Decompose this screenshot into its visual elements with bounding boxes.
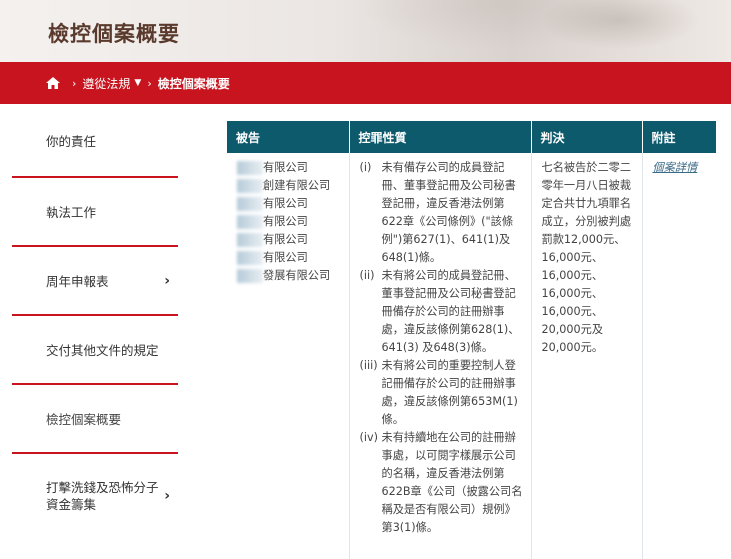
list-item: 創建有限公司 — [237, 177, 349, 195]
sidebar-item-label: 你的責任 — [46, 133, 97, 149]
page-header: 檢控個案概要 — [0, 0, 731, 62]
sidebar-item-enforcement[interactable]: 執法工作 — [12, 178, 178, 247]
sidebar-item-prosecution-cases[interactable]: 檢控個案概要 — [12, 385, 178, 454]
redaction-mark — [237, 179, 263, 193]
home-icon[interactable] — [46, 77, 60, 89]
list-item: 有限公司 — [237, 249, 349, 267]
sidebar-item-anti-money-laundering[interactable]: 打擊洗錢及恐怖分子資金籌集 › — [12, 454, 178, 538]
column-header-judgement: 判決 — [531, 121, 643, 153]
list-item: (ii) 未有將公司的成員登記冊、董事登記冊及公司秘書登記冊備存於公司的註冊辦事… — [359, 269, 520, 354]
sidebar-item-label: 打擊洗錢及恐怖分子資金籌集 — [46, 480, 159, 512]
sidebar-item-annual-returns[interactable]: 周年申報表 › — [12, 247, 178, 316]
redaction-mark — [237, 161, 263, 175]
sidebar-item-label: 交付其他文件的規定 — [46, 343, 159, 358]
list-item: 有限公司 — [237, 195, 349, 213]
redaction-mark — [237, 269, 263, 283]
breadcrumb-item-compliance[interactable]: 遵從法規 — [82, 75, 130, 92]
redaction-mark — [237, 197, 263, 211]
sidebar-item-other-documents[interactable]: 交付其他文件的規定 — [12, 316, 178, 385]
list-item: (iv) 未有持續地在公司的註冊辦事處，以可閱字樣展示公司的名稱，違反香港法例第… — [359, 431, 523, 534]
list-item: (iii) 未有將公司的重要控制人登記冊備存於公司的註冊辦事處，違反該條例第65… — [359, 359, 518, 426]
redaction-mark — [237, 215, 263, 229]
sidebar-item-label: 檢控個案概要 — [46, 412, 122, 427]
list-item: 有限公司 — [237, 231, 349, 249]
redaction-mark — [237, 233, 263, 247]
list-item: 發展有限公司 — [237, 267, 349, 285]
sidebar-item-label: 執法工作 — [46, 205, 97, 220]
charges-cell: (i) 未有備存公司的成員登記冊、董事登記冊及公司秘書登記冊，違反香港法例第62… — [349, 153, 532, 559]
prosecution-table: 被告 控罪性質 判決 附註 有限公司 創建有限公司 有限公司 有限公司 有限公司… — [227, 121, 716, 559]
column-header-defendant: 被告 — [227, 121, 350, 153]
breadcrumb-item-current: 檢控個案概要 — [157, 76, 230, 91]
defendant-cell: 有限公司 創建有限公司 有限公司 有限公司 有限公司 有限公司 發展有限公司 — [227, 153, 350, 559]
column-header-charges: 控罪性質 — [349, 121, 532, 153]
sidebar: 你的責任 執法工作 周年申報表 › 交付其他文件的規定 檢控個案概要 打擊洗錢及… — [12, 104, 178, 538]
list-item: 有限公司 — [237, 213, 349, 231]
page-title: 檢控個案概要 — [48, 22, 180, 46]
sidebar-item-responsibilities[interactable]: 你的責任 — [12, 104, 178, 178]
list-item: (i) 未有備存公司的成員登記冊、董事登記冊及公司秘書登記冊，違反香港法例第62… — [359, 161, 516, 264]
sidebar-item-label: 周年申報表 — [46, 274, 109, 289]
case-details-link[interactable]: 個案詳情 — [653, 161, 698, 174]
chevron-right-icon: › — [164, 272, 170, 289]
remarks-cell: 個案詳情 — [642, 153, 716, 559]
redaction-mark — [237, 251, 263, 265]
table-row: 有限公司 創建有限公司 有限公司 有限公司 有限公司 有限公司 發展有限公司 (… — [227, 153, 716, 559]
caret-down-icon[interactable]: ▼ — [134, 78, 141, 88]
breadcrumb: › 遵從法規 ▼ › 檢控個案概要 — [0, 62, 731, 104]
breadcrumb-separator-icon: › — [147, 76, 152, 90]
header-decoration — [540, 0, 700, 50]
breadcrumb-separator-icon: › — [72, 76, 77, 90]
column-header-remarks: 附註 — [642, 121, 716, 153]
chevron-right-icon: › — [164, 487, 170, 504]
judgement-cell: 七名被告於二零二零年一月八日被裁定合共廿九項罪名成立，分別被判處罰款12,000… — [531, 153, 643, 559]
list-item: 有限公司 — [237, 159, 349, 177]
